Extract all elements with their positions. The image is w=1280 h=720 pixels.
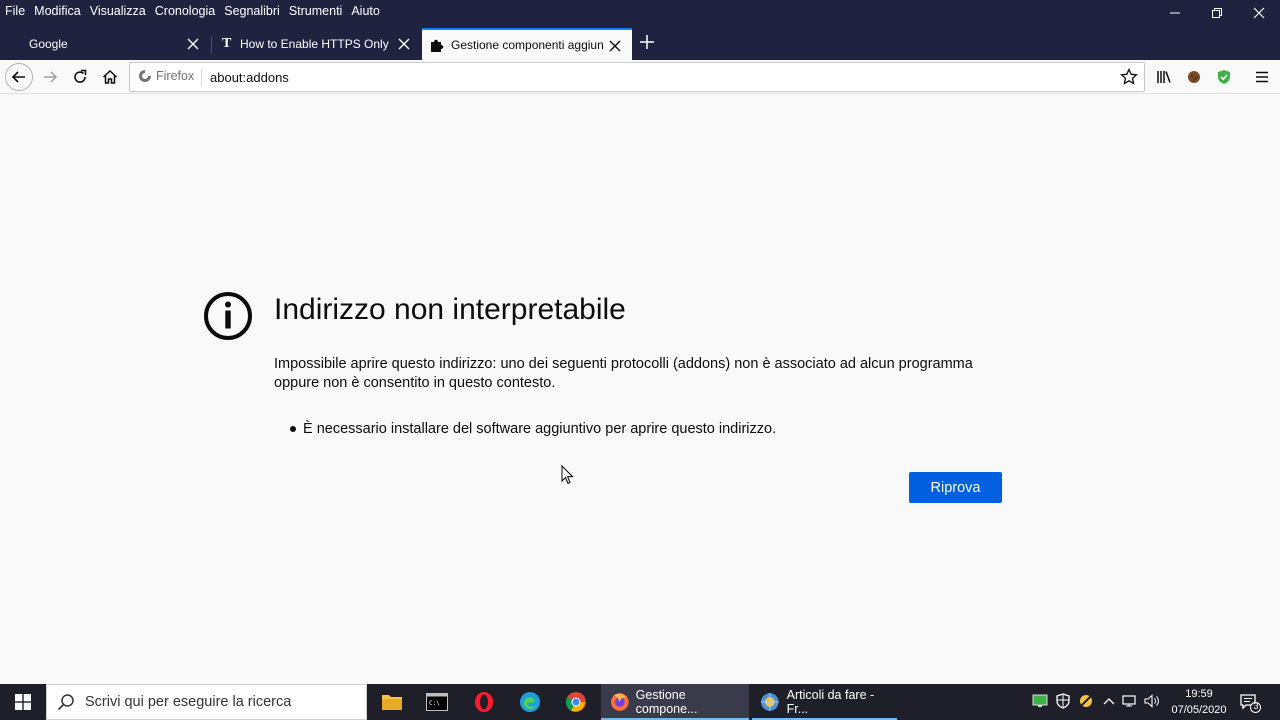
home-button[interactable] [97,64,123,90]
mouse-cursor-icon [561,465,574,485]
menu-cronologia[interactable]: Cronologia [150,1,219,21]
new-tab-button[interactable] [636,31,658,53]
shield-icon [1056,693,1070,709]
bookmark-star-icon[interactable] [1120,68,1138,86]
edge-icon [520,692,540,712]
tab-strip: Google T How to Enable HTTPS Only Mo Ges… [0,22,1280,60]
menu-visualizza[interactable]: Visualizza [85,1,150,21]
extension-cookie-button[interactable] [1181,64,1207,90]
close-icon[interactable] [608,39,622,53]
list-item: È necessario installare del software agg… [290,421,776,437]
action-center-button[interactable]: 3 [1238,690,1262,714]
menu-button[interactable] [1249,64,1275,90]
restore-icon [1212,8,1222,18]
folder-icon [382,695,402,710]
reload-button[interactable] [67,64,93,90]
back-button[interactable] [5,63,33,91]
tools-icon [1080,695,1092,707]
taskbar-app-label: Gestione compone... [635,688,698,716]
speaker-icon [1144,694,1159,708]
tab-https-article[interactable]: T How to Enable HTTPS Only Mo [212,28,421,60]
terminal-icon: C:\ [426,693,448,711]
taskbar-search-box[interactable]: Scrivi qui per eseguire la ricerca [46,684,367,720]
svg-text:C:\: C:\ [429,700,440,707]
tray-network[interactable] [1121,692,1139,710]
menu-file[interactable]: File [0,1,29,21]
taskbar-chrome[interactable] [561,688,591,716]
close-icon[interactable] [186,37,200,51]
arrow-right-icon [44,71,58,83]
taskbar-edge[interactable] [515,688,545,716]
tab-google[interactable]: Google [0,28,210,60]
tab-addons-manager[interactable]: Gestione componenti aggiunti [422,28,632,60]
bullet-icon [290,426,296,432]
taskbar-app-label: Articoli da fare - Fr... [786,688,875,716]
tray-defender[interactable] [1054,692,1072,710]
tray-app[interactable] [1077,692,1095,710]
library-icon [1157,71,1171,83]
monitor-icon [1032,694,1048,707]
shield-check-icon [1218,70,1230,84]
search-icon [57,694,74,711]
tray-overflow[interactable] [1100,692,1118,710]
tray-network-monitor[interactable] [1031,692,1049,710]
identity-separator [201,69,202,86]
tab-title: Google [29,37,68,51]
taskbar-app-articoli[interactable]: Articoli da fare - Fr... [752,684,897,720]
taskbar-opera[interactable] [469,688,499,716]
menu-modifica[interactable]: Modifica [29,1,85,21]
info-icon [204,292,252,340]
error-page: Indirizzo non interpretabile Impossibile… [0,113,1280,684]
plus-icon [640,35,654,49]
chevron-up-icon [1103,698,1115,705]
tab-title: How to Enable HTTPS Only Mo [240,37,392,51]
start-button[interactable] [0,684,45,720]
reload-icon [74,69,87,83]
close-icon[interactable] [397,37,411,51]
arrow-left-icon [11,71,25,83]
clock-time: 19:59 [1185,688,1213,700]
search-placeholder: Scrivi qui per eseguire la ricerca [85,694,292,710]
t-favicon-icon: T [222,36,232,51]
minimize-icon [1170,12,1180,14]
tray-volume[interactable] [1143,692,1161,710]
home-icon [102,69,118,84]
taskbar-terminal[interactable]: C:\ [422,688,452,716]
menu-segnalibri[interactable]: Segnalibri [219,1,284,21]
puzzle-piece-icon [431,39,444,52]
extension-shield-button[interactable] [1211,64,1237,90]
chrome-icon [565,692,586,712]
library-button[interactable] [1151,64,1177,90]
retry-button[interactable]: Riprova [909,472,1002,503]
identity-box[interactable]: Firefox [138,69,194,83]
taskbar-app-firefox[interactable]: Gestione compone... [601,684,749,720]
title-bar: File Modifica Visualizza Cronologia Segn… [0,0,1280,22]
url-input[interactable]: about:addons [210,70,289,85]
cookie-icon [1188,71,1200,83]
taskbar-clock[interactable]: 19:59 07/05/2020 [1164,686,1234,718]
list-item-text: È necessario installare del software agg… [303,421,777,437]
network-icon [1122,695,1136,707]
close-icon [1253,7,1265,19]
firefox-icon [610,693,629,711]
taskbar: Scrivi qui per eseguire la ricerca C:\ G… [0,684,1280,720]
error-description: Impossibile aprire questo indirizzo: uno… [274,356,973,391]
globe-app-icon [760,693,779,711]
menu-strumenti[interactable]: Strumenti [284,1,347,21]
firefox-logo-icon [139,70,151,82]
opera-icon [475,692,493,712]
forward-button[interactable] [37,64,63,90]
identity-label: Firefox [156,69,195,83]
tab-title: Gestione componenti aggiunti [451,38,604,52]
menu-aiuto[interactable]: Aiuto [346,1,384,21]
taskbar-file-explorer[interactable] [377,688,407,716]
windows-logo-icon [14,694,31,710]
notification-count: 3 [1253,701,1259,711]
page-title: Indirizzo non interpretabile [274,293,626,326]
hamburger-menu-icon [1256,71,1268,83]
navigation-bar: Firefox about:addons [0,60,1280,94]
menu-bar: File Modifica Visualizza Cronologia Segn… [0,0,384,22]
clock-date: 07/05/2020 [1171,704,1227,716]
url-bar[interactable]: Firefox about:addons [129,62,1145,92]
